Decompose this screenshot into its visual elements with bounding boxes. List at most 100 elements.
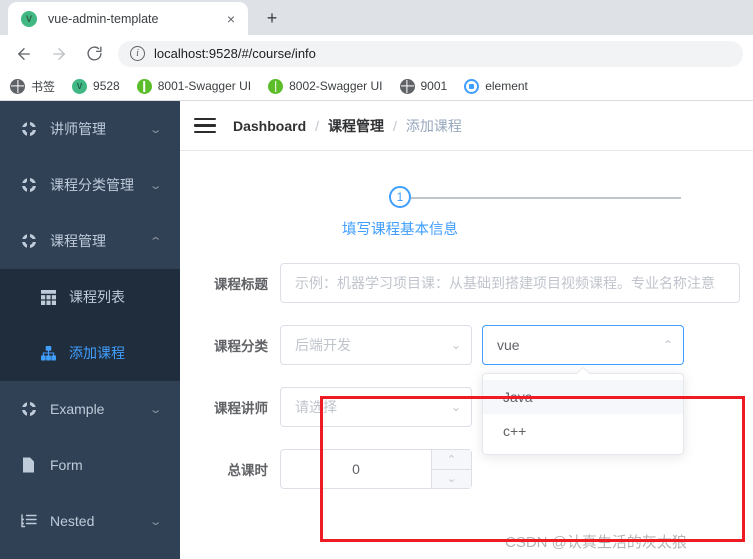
top-navbar: Dashboard / 课程管理 / 添加课程 [180, 101, 753, 151]
bookmark-item[interactable]: 9001 [399, 78, 448, 94]
gear-icon [20, 121, 38, 137]
form-icon [20, 457, 38, 473]
url-text: localhost:9528/#/course/info [154, 46, 316, 61]
sidebar-item-subject[interactable]: 课程分类管理 ⌄ [0, 157, 180, 213]
dropdown-option-cpp[interactable]: c++ [483, 414, 683, 448]
chevron-down-icon: ⌄ [450, 400, 461, 414]
globe-icon [399, 78, 415, 94]
stepper-controls: ⌃ ⌄ [431, 450, 471, 488]
nested-icon [20, 513, 38, 529]
sidebar-item-course[interactable]: 课程管理 ⌃ [0, 213, 180, 269]
gear-icon [20, 177, 38, 193]
label-course-teacher: 课程讲师 [214, 401, 268, 416]
bookmarks-bar: 书签 V 9528 8001-Swagger UI 8002-Swagger U… [0, 72, 753, 101]
forward-icon [45, 40, 73, 68]
teacher-value: 请选择 [295, 399, 337, 415]
chevron-down-icon: ⌄ [450, 338, 461, 352]
label-course-category: 课程分类 [214, 339, 268, 354]
sidebar-item-label: Nested [50, 513, 95, 529]
bookmark-label: 8001-Swagger UI [157, 79, 252, 93]
label-total-lessons: 总课时 [227, 463, 269, 478]
category-parent-value: 后端开发 [295, 337, 351, 353]
new-tab-button[interactable]: + [258, 4, 286, 32]
category-child-value: vue [497, 337, 520, 353]
sidebar-item-teacher[interactable]: 讲师管理 ⌄ [0, 101, 180, 157]
bookmark-item[interactable]: element [464, 78, 528, 94]
step-indicator: 1 填写课程基本信息 [342, 151, 753, 239]
sidebar-item-label: 添加课程 [69, 345, 125, 361]
main-area: Dashboard / 课程管理 / 添加课程 1 填写课程基本信息 课程标题 … [180, 101, 753, 559]
tree-icon [40, 345, 57, 361]
bookmark-label: 9001 [420, 79, 448, 93]
admin-app: 讲师管理 ⌄ 课程分类管理 ⌄ 课程管理 ⌃ 课程列表 添加课程 Example… [0, 101, 753, 559]
chevron-up-icon: ⌃ [662, 338, 673, 352]
sidebar-item-label: 课程管理 [50, 233, 106, 249]
vue-icon: V [21, 10, 37, 27]
page-content: 1 填写课程基本信息 课程标题 示例：机器学习项目课：从基础到搭建项目视频课程。… [180, 151, 753, 559]
sidebar-item-example[interactable]: Example ⌄ [0, 381, 180, 437]
tab-title: vue-admin-template [48, 11, 159, 26]
gear-icon [20, 233, 38, 249]
stepper-increase-icon[interactable]: ⌃ [432, 450, 471, 469]
sidebar-item-add-course[interactable]: 添加课程 [0, 325, 180, 381]
sidebar-item-label: 课程列表 [69, 289, 125, 305]
chevron-down-icon: ⌄ [148, 179, 163, 192]
bookmark-item[interactable]: 8002-Swagger UI [268, 78, 383, 94]
total-lessons-stepper[interactable]: 0 ⌃ ⌄ [280, 449, 472, 489]
bookmark-item[interactable]: V 9528 [72, 78, 120, 94]
category-parent-select[interactable]: 后端开发 ⌄ [280, 325, 472, 365]
bookmark-label: 9528 [93, 79, 120, 93]
browser-tab[interactable]: V vue-admin-template × [8, 2, 248, 35]
sidebar: 讲师管理 ⌄ 课程分类管理 ⌄ 课程管理 ⌃ 课程列表 添加课程 Example… [0, 101, 180, 559]
bookmark-label: 书签 [31, 79, 56, 94]
breadcrumb-item-course[interactable]: 课程管理 [328, 116, 384, 136]
chevron-down-icon: ⌄ [148, 515, 163, 528]
step-title: 填写课程基本信息 [342, 222, 458, 238]
sidebar-item-form[interactable]: Form [0, 437, 180, 493]
breadcrumb-separator: / [315, 117, 320, 134]
bookmark-item[interactable]: 书签 [10, 78, 55, 95]
stepper-decrease-icon[interactable]: ⌄ [432, 468, 471, 489]
form-row-lessons: 总课时 0 ⌃ ⌄ [180, 449, 753, 489]
bookmark-label: 8002-Swagger UI [289, 79, 383, 93]
reload-icon[interactable] [80, 40, 108, 68]
back-icon[interactable] [10, 40, 38, 68]
sidebar-item-label: Form [50, 457, 83, 473]
sidebar-item-course-list[interactable]: 课程列表 [0, 269, 180, 325]
address-bar[interactable]: i localhost:9528/#/course/info [118, 40, 743, 67]
category-child-select[interactable]: vue ⌃ [482, 325, 684, 365]
gear-icon [20, 401, 38, 417]
form-row-category: 课程分类 后端开发 ⌄ vue ⌃ Java c++ [180, 325, 753, 455]
table-icon [40, 289, 57, 305]
tab-strip: V vue-admin-template × + [0, 0, 753, 35]
sidebar-item-nested[interactable]: Nested ⌄ [0, 493, 180, 549]
sidebar-submenu: 课程列表 添加课程 [0, 269, 180, 381]
hamburger-icon[interactable] [194, 114, 216, 138]
chevron-up-icon: ⌃ [148, 235, 163, 248]
sidebar-item-label: Example [50, 401, 105, 417]
chevron-down-icon: ⌄ [148, 403, 163, 416]
site-info-icon[interactable]: i [130, 46, 145, 61]
bookmark-label: element [485, 79, 528, 93]
globe-icon [10, 78, 25, 94]
element-icon [464, 78, 480, 94]
form-row-title: 课程标题 示例：机器学习项目课：从基础到搭建项目视频课程。专业名称注意 [180, 263, 753, 303]
dropdown-option-java[interactable]: Java [483, 380, 683, 414]
course-title-input[interactable]: 示例：机器学习项目课：从基础到搭建项目视频课程。专业名称注意 [280, 263, 740, 303]
sidebar-item-label: 课程分类管理 [50, 177, 134, 193]
teacher-select[interactable]: 请选择 ⌄ [280, 387, 472, 427]
breadcrumb: Dashboard / 课程管理 / 添加课程 [233, 116, 462, 136]
swagger-icon [136, 78, 152, 94]
step-number: 1 [389, 186, 411, 208]
breadcrumb-item-dashboard[interactable]: Dashboard [233, 118, 306, 134]
browser-window: V vue-admin-template × + i localhost:952… [0, 0, 753, 559]
close-icon[interactable]: × [222, 10, 240, 28]
breadcrumb-separator: / [393, 117, 397, 134]
bookmark-item[interactable]: 8001-Swagger UI [136, 78, 252, 94]
total-lessons-value[interactable]: 0 [281, 461, 431, 477]
watermark-text: CSDN @认真生活的灰太狼 [505, 534, 687, 551]
vue-icon: V [72, 78, 88, 94]
browser-toolbar: i localhost:9528/#/course/info [0, 35, 753, 72]
course-form: 课程标题 示例：机器学习项目课：从基础到搭建项目视频课程。专业名称注意 课程分类… [180, 263, 753, 489]
category-child-dropdown[interactable]: Java c++ [482, 373, 684, 455]
